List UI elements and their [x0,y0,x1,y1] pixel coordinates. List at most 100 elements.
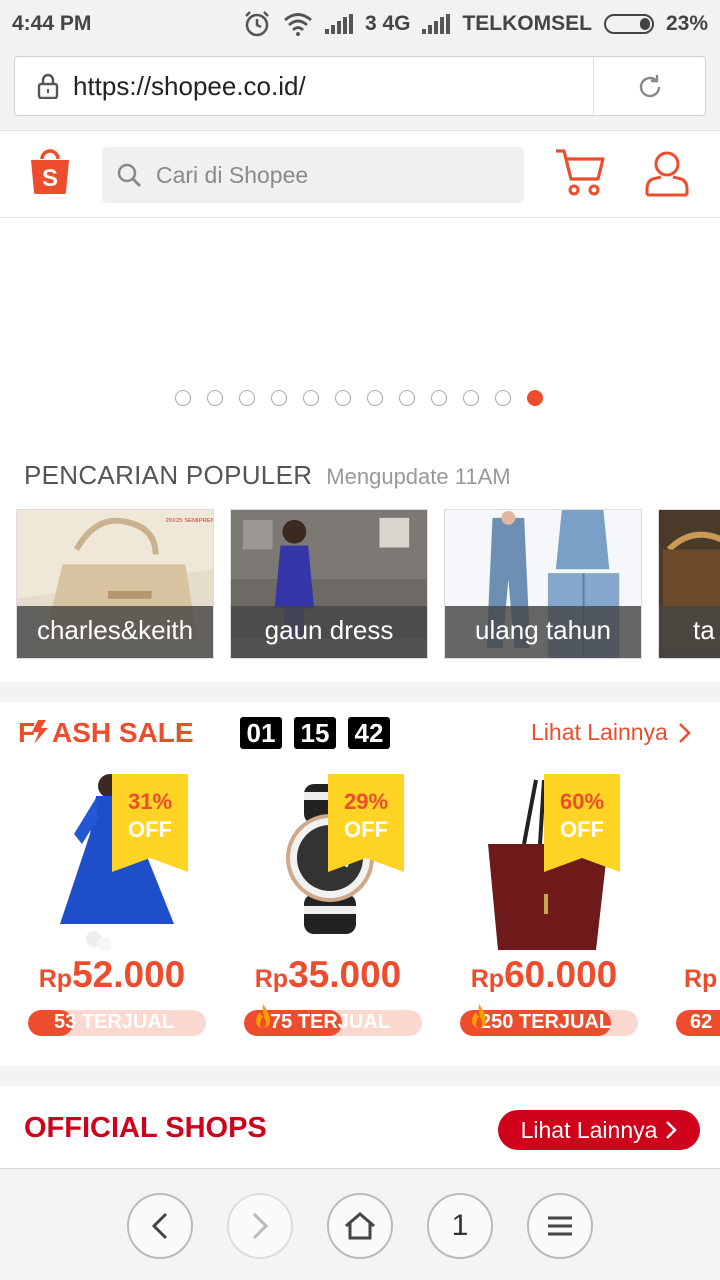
banner-carousel[interactable] [0,219,720,440]
carousel-dot[interactable] [335,390,351,406]
status-bar: 4:44 PM 3 4G TELKOMSEL 23% [0,0,720,48]
popular-card-ulang-tahun[interactable]: ulang tahun [444,509,642,659]
network-type: 3 4G [364,12,411,35]
popular-label: ta [659,606,720,658]
carousel-dot[interactable] [367,390,383,406]
sold-label: 250 TERJUAL [480,1011,612,1033]
svg-text:ASH SALE: ASH SALE [52,717,194,748]
browser-toolbar: https://shopee.co.id/ [0,48,720,130]
popular-label: charles&keith [17,606,213,658]
battery-icon [603,14,654,34]
discount-badge: 29% OFF [328,774,404,872]
section-divider [0,1066,720,1086]
flash-price: Rp52.000 [38,954,186,995]
carousel-dot[interactable] [527,390,543,406]
flash-price: Rp35.000 [254,954,402,995]
carousel-dot[interactable] [431,390,447,406]
flash-sale-logo: F ASH SALE [18,717,194,748]
reload-icon[interactable] [635,72,665,102]
home-button[interactable] [327,1193,393,1259]
tabs-button[interactable]: 1 [427,1193,493,1259]
flash-sale-list: 31% OFF Rp52.000 53 TERJUAL 29% OFF Rp35.0… [0,770,720,1040]
forward-button[interactable] [227,1193,293,1259]
carousel-dot[interactable] [303,390,319,406]
menu-icon [548,1216,572,1236]
tab-count: 1 [451,1209,469,1242]
flash-price: Rp [684,965,718,993]
search-input[interactable] [156,159,506,191]
countdown-minutes: 15 [294,717,336,749]
status-time: 4:44 PM [12,12,92,35]
chevron-left-icon [151,1212,168,1240]
official-shops-title: OFFICIAL SHOPS [24,1112,267,1144]
official-shops-section: OFFICIAL SHOPS Lihat Lainnya [0,1088,720,1168]
flash-item[interactable]: 29% OFF Rp35.000 75 TERJUAL [228,770,428,1040]
section-divider [0,682,720,702]
popular-header: PENCARIAN POPULER Mengupdate 11AM [24,460,511,491]
fire-icon [256,1004,270,1028]
shopee-header: S [0,130,720,218]
flash-countdown: 01 15 42 [240,717,390,749]
chevron-right-icon [678,722,691,743]
discount-badge: 60% OFF [544,774,620,872]
lock-icon [37,73,59,99]
flash-more-label: Lihat Lainnya [531,719,668,745]
popular-label: ulang tahun [445,606,641,658]
carousel-dot[interactable] [271,390,287,406]
address-bar[interactable]: https://shopee.co.id/ [14,56,706,116]
flash-price: Rp60.000 [470,954,618,995]
flash-item[interactable]: Rp 62 [660,770,720,1040]
flash-item[interactable]: 31% OFF Rp52.000 53 TERJUAL [12,770,212,1040]
popular-card-charles-keith[interactable]: 20X25 SEMIPREM charles&keith [16,509,214,659]
menu-button[interactable] [527,1193,593,1259]
url-text[interactable]: https://shopee.co.id/ [73,71,306,102]
carousel-dot[interactable] [175,390,191,406]
official-more-label: Lihat Lainnya [520,1116,658,1143]
popular-card-gaun-dress[interactable]: gaun dress [230,509,428,659]
countdown-hours: 01 [240,717,282,749]
back-button[interactable] [127,1193,193,1259]
browser-bottom-nav: 1 [0,1168,720,1280]
chevron-right-icon [666,1121,678,1139]
search-box[interactable] [102,147,524,203]
signal-icon [324,14,353,34]
popular-label: gaun dress [231,606,427,658]
battery-percent: 23% [665,12,708,35]
home-icon [345,1212,375,1240]
carrier-name: TELKOMSEL [462,12,592,35]
signal-icon-2 [422,14,451,34]
svg-text:F: F [18,717,35,748]
alarm-icon [245,11,269,37]
svg-text:S: S [42,165,58,192]
fire-icon [472,1004,486,1028]
search-icon [117,163,141,187]
svg-text:20X25 SEMIPREM: 20X25 SEMIPREM [165,518,213,524]
carousel-dot[interactable] [207,390,223,406]
carousel-dot[interactable] [399,390,415,406]
carousel-dot[interactable] [463,390,479,406]
sold-label: 53 TERJUAL [54,1011,175,1033]
carousel-dot[interactable] [495,390,511,406]
yellow-item-image [682,774,720,954]
official-shops-more-button[interactable]: Lihat Lainnya [498,1110,700,1150]
wifi-icon [284,13,312,36]
popular-card-partial[interactable]: ta [658,509,720,659]
flash-sale-more-link[interactable]: Lihat Lainnya [531,719,692,746]
sold-progress: 62 [676,1010,720,1036]
url-divider [593,57,594,115]
shopee-logo-icon[interactable]: S [28,147,72,195]
popular-list: 20X25 SEMIPREM charles&keith gaun dress … [16,509,720,659]
user-icon[interactable] [644,149,690,197]
sold-label: 75 TERJUAL [270,1011,391,1033]
carousel-dots [175,390,543,406]
popular-title: PENCARIAN POPULER [24,460,313,490]
discount-badge: 31% OFF [112,774,188,872]
countdown-seconds: 42 [348,717,390,749]
sold-progress: 53 TERJUAL [28,1010,206,1036]
cart-icon[interactable] [554,147,606,197]
chevron-right-icon [252,1212,269,1240]
popular-subtitle: Mengupdate 11AM [326,464,511,489]
sold-label: 62 [690,1011,713,1033]
flash-item[interactable]: 60% OFF Rp60.000 250 TERJUAL [444,770,644,1040]
carousel-dot[interactable] [239,390,255,406]
